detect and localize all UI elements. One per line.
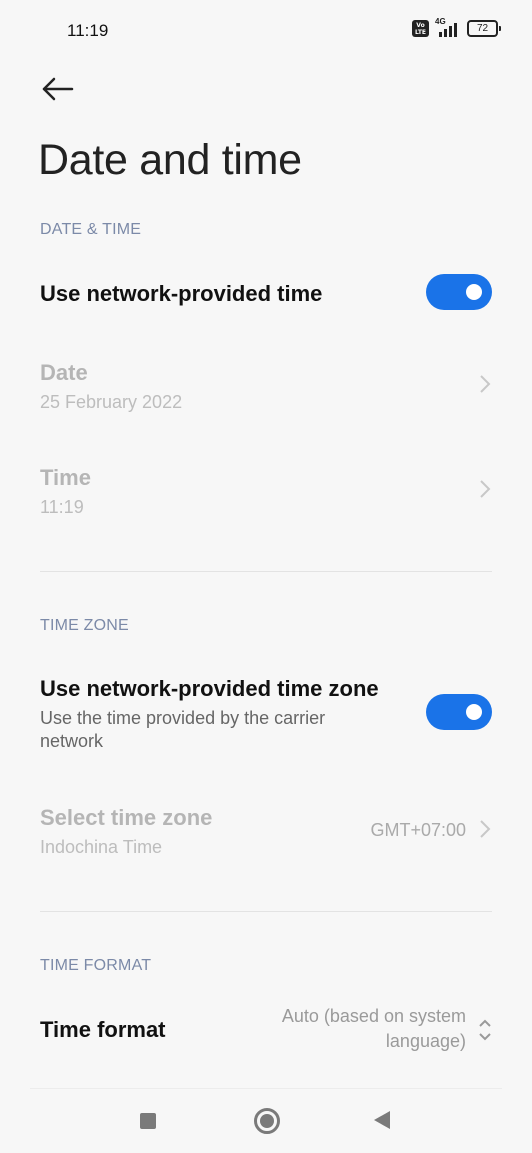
network-time-title: Use network-provided time xyxy=(40,281,323,306)
date-title: Date xyxy=(40,360,88,385)
network-zone-title: Use network-provided time zone xyxy=(40,676,379,701)
divider xyxy=(40,911,492,912)
time-value: 11:19 xyxy=(40,497,84,517)
signal-bar xyxy=(439,32,442,37)
network-time-toggle[interactable] xyxy=(426,274,492,310)
section-header-date-time: DATE & TIME xyxy=(40,221,142,238)
status-icons: Vo LTE 4G 72 xyxy=(412,17,501,37)
date-row[interactable]: Date 25 February 2022 xyxy=(0,340,532,440)
volte-line2: LTE xyxy=(414,28,427,36)
volte-icon: Vo LTE xyxy=(412,20,429,37)
chevron-right-icon xyxy=(480,480,491,498)
page-title: Date and time xyxy=(38,136,302,184)
signal-bar xyxy=(454,23,457,37)
time-row[interactable]: Time 11:19 xyxy=(0,445,532,545)
signal-bar xyxy=(449,26,452,37)
signal-icon: 4G xyxy=(435,17,461,37)
select-zone-subtitle: Indochina Time xyxy=(40,837,163,857)
network-zone-row[interactable]: Use network-provided time zone Use the t… xyxy=(0,660,532,770)
battery-icon: 72 xyxy=(467,20,501,37)
back-button[interactable] xyxy=(40,74,76,104)
time-format-value: Auto (based on system language) xyxy=(281,1006,466,1051)
time-format-title: Time format xyxy=(40,1017,166,1042)
recents-icon[interactable] xyxy=(140,1113,156,1129)
date-value: 25 February 2022 xyxy=(40,392,183,412)
network-zone-subtitle: Use the time provided by the carrier net… xyxy=(40,708,326,751)
toggle-knob xyxy=(466,704,482,720)
divider xyxy=(40,571,492,572)
home-icon[interactable] xyxy=(254,1108,280,1134)
status-time: 11:19 xyxy=(67,21,109,40)
navigation-bar xyxy=(30,1088,502,1153)
volte-line1: Vo xyxy=(416,21,425,29)
back-arrow-icon xyxy=(42,77,74,101)
chevron-updown-icon xyxy=(479,1019,491,1041)
time-format-row[interactable]: Time format Auto (based on system langua… xyxy=(0,995,532,1070)
select-zone-value: GMT+07:00 xyxy=(370,820,466,840)
section-header-time-format: TIME FORMAT xyxy=(40,957,152,974)
section-header-time-zone: TIME ZONE xyxy=(40,617,129,634)
network-zone-toggle[interactable] xyxy=(426,694,492,730)
chevron-right-icon xyxy=(480,820,491,838)
network-type: 4G xyxy=(435,17,446,26)
battery-level: 72 xyxy=(476,23,489,34)
select-zone-row[interactable]: Select time zone Indochina Time GMT+07:0… xyxy=(0,785,532,885)
signal-bar xyxy=(444,29,447,37)
toggle-knob xyxy=(466,284,482,300)
time-title: Time xyxy=(40,465,91,490)
status-bar: 11:19 Vo LTE 4G 72 xyxy=(0,0,532,60)
select-zone-title: Select time zone xyxy=(40,805,213,830)
back-triangle-icon[interactable] xyxy=(374,1111,390,1129)
network-time-row[interactable]: Use network-provided time xyxy=(0,255,532,331)
chevron-right-icon xyxy=(480,375,491,393)
